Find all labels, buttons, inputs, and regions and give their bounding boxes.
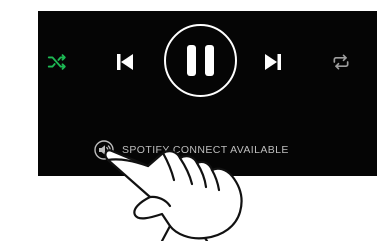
shuffle-button[interactable] (44, 49, 70, 75)
pause-button[interactable] (163, 23, 238, 98)
shuffle-icon (47, 54, 66, 70)
repeat-icon (333, 54, 349, 70)
skip-previous-icon (117, 54, 133, 70)
spotify-connect-label: SPOTIFY CONNECT AVAILABLE (122, 144, 289, 156)
now-playing-controls: SPOTIFY CONNECT AVAILABLE (38, 11, 377, 176)
spotify-connect-button[interactable]: SPOTIFY CONNECT AVAILABLE (94, 139, 289, 161)
previous-track-button[interactable] (114, 51, 136, 73)
screenshot-stage: SPOTIFY CONNECT AVAILABLE (0, 0, 380, 241)
pause-icon (164, 24, 237, 97)
speaker-icon (94, 140, 114, 160)
repeat-button[interactable] (328, 49, 354, 75)
skip-next-icon (265, 54, 281, 70)
next-track-button[interactable] (262, 51, 284, 73)
